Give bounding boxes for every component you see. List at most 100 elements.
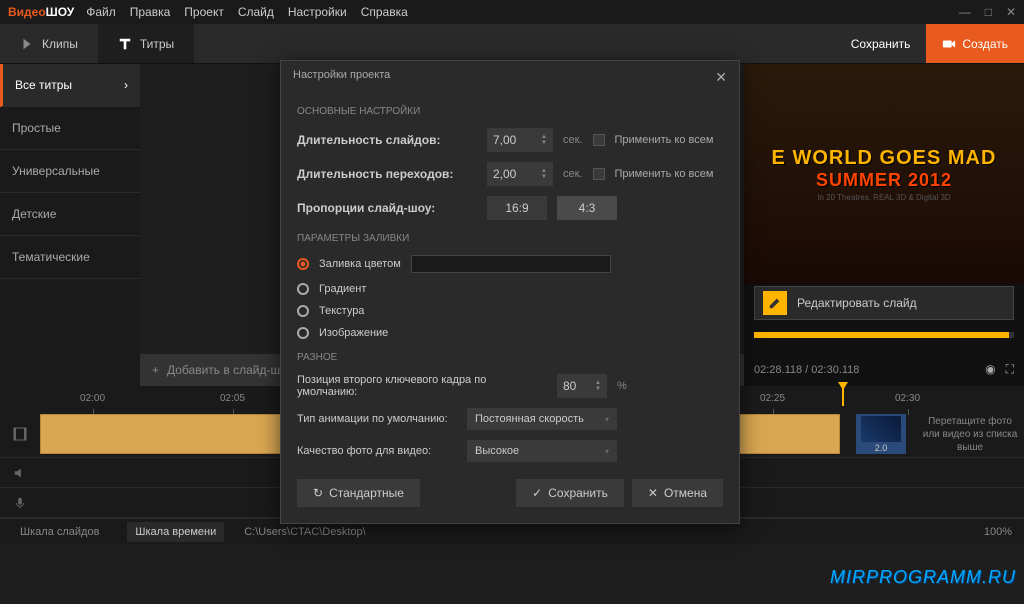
- unit-sec: сек.: [563, 168, 583, 180]
- menu-slide[interactable]: Слайд: [238, 5, 274, 19]
- camera-icon: [942, 37, 956, 51]
- keyframe-label: Позиция второго ключевого кадра по умолч…: [297, 374, 547, 398]
- maximize-icon[interactable]: □: [985, 5, 992, 19]
- image-label: Изображение: [319, 327, 388, 339]
- create-button[interactable]: Создать: [926, 24, 1024, 63]
- apply-all-label: Применить ко всем: [615, 134, 714, 146]
- dialog-titlebar[interactable]: Настройки проекта ✕: [281, 61, 739, 94]
- gradient-label: Градиент: [319, 283, 366, 295]
- mic-icon: [0, 496, 40, 510]
- keyframe-input[interactable]: 80▲▼: [557, 374, 607, 398]
- create-label: Создать: [962, 37, 1008, 51]
- fill-color-radio[interactable]: [297, 258, 309, 270]
- menu-edit[interactable]: Правка: [130, 5, 171, 19]
- play-icon: [20, 37, 34, 51]
- preview-timecode: 02:28.118 / 02:30.118: [754, 364, 859, 376]
- menu-settings[interactable]: Настройки: [288, 5, 347, 19]
- texture-radio[interactable]: [297, 305, 309, 317]
- titlebar: ВидеоШОУ Файл Правка Проект Слайд Настро…: [0, 0, 1024, 24]
- unit-percent: %: [617, 380, 627, 392]
- window-controls: — □ ✕: [959, 5, 1016, 19]
- apply-all-label: Применить ко всем: [615, 168, 714, 180]
- video-track-icon: [0, 426, 40, 442]
- status-tab-slides[interactable]: Шкала слайдов: [12, 522, 107, 542]
- app-logo: ВидеоШОУ: [8, 5, 74, 19]
- edit-slide-button[interactable]: Редактировать слайд: [754, 286, 1014, 320]
- fill-color-label: Заливка цветом: [319, 258, 401, 270]
- edit-slide-label: Редактировать слайд: [797, 296, 917, 310]
- toolbar: Клипы Титры Сохранить Создать: [0, 24, 1024, 64]
- sidebar-item-simple[interactable]: Простые: [0, 107, 140, 150]
- tab-clips-label: Клипы: [42, 37, 78, 51]
- ruler-mark: 02:30: [895, 393, 920, 404]
- pencil-icon: [763, 291, 787, 315]
- tab-clips[interactable]: Клипы: [0, 24, 98, 63]
- preview-title-1: E WORLD GOES MAD: [772, 147, 997, 170]
- sidebar: Все титры › Простые Универсальные Детские…: [0, 64, 140, 386]
- section-misc: РАЗНОЕ: [297, 344, 723, 369]
- sidebar-item-kids[interactable]: Детские: [0, 193, 140, 236]
- tab-titles-label: Титры: [140, 37, 174, 51]
- menu-project[interactable]: Проект: [184, 5, 224, 19]
- add-label: Добавить в слайд-ш: [167, 363, 280, 377]
- photo-quality-label: Качество фото для видео:: [297, 445, 457, 457]
- menu-file[interactable]: Файл: [86, 5, 116, 19]
- image-radio[interactable]: [297, 327, 309, 339]
- dialog-close-button[interactable]: ✕: [715, 69, 727, 86]
- minimize-icon[interactable]: —: [959, 5, 971, 19]
- section-basic: ОСНОВНЫЕ НАСТРОЙКИ: [297, 98, 723, 123]
- status-tab-time[interactable]: Шкала времени: [127, 522, 224, 542]
- clip-duration-label: 2.0: [875, 443, 888, 453]
- close-icon[interactable]: ✕: [1006, 5, 1016, 19]
- snapshot-icon[interactable]: ◉: [985, 362, 995, 377]
- transition-duration-label: Длительность переходов:: [297, 167, 477, 181]
- timeline-clip-thumb[interactable]: 2.0: [856, 414, 906, 454]
- unit-sec: сек.: [563, 134, 583, 146]
- refresh-icon: ↻: [313, 486, 323, 500]
- fill-color-swatch[interactable]: [411, 255, 611, 273]
- plus-icon: +: [152, 363, 159, 377]
- sidebar-item-label: Все титры: [15, 78, 72, 92]
- menubar: Файл Правка Проект Слайд Настройки Справ…: [86, 5, 958, 19]
- watermark: MIRPROGRAMM.RU: [830, 567, 1016, 588]
- preview-scrubber[interactable]: [754, 332, 1014, 338]
- gradient-radio[interactable]: [297, 283, 309, 295]
- ruler-mark: 02:00: [80, 393, 105, 404]
- save-button[interactable]: Сохранить: [835, 24, 927, 63]
- apply-all-transitions-checkbox[interactable]: [593, 168, 605, 180]
- check-icon: ✓: [532, 486, 542, 500]
- anim-type-label: Тип анимации по умолчанию:: [297, 413, 457, 425]
- fullscreen-icon[interactable]: ⛶: [1006, 362, 1014, 377]
- drop-hint: Перетащите фото или видео из списка выше: [920, 414, 1020, 454]
- x-icon: ✕: [648, 486, 658, 500]
- texture-label: Текстура: [319, 305, 364, 317]
- ruler-mark: 02:05: [220, 393, 245, 404]
- menu-help[interactable]: Справка: [361, 5, 408, 19]
- text-icon: [118, 37, 132, 51]
- sidebar-item-all[interactable]: Все титры ›: [0, 64, 140, 107]
- dialog-save-button[interactable]: ✓ Сохранить: [516, 479, 624, 507]
- tab-titles[interactable]: Титры: [98, 24, 194, 63]
- dialog-title-label: Настройки проекта: [293, 69, 390, 86]
- apply-all-slides-checkbox[interactable]: [593, 134, 605, 146]
- status-path: C:\Users\CTAC\Desktop\: [244, 526, 365, 538]
- transition-duration-input[interactable]: 2,00▲▼: [487, 162, 553, 186]
- sidebar-item-thematic[interactable]: Тематические: [0, 236, 140, 279]
- playhead[interactable]: [842, 386, 844, 406]
- slide-duration-input[interactable]: 7,00▲▼: [487, 128, 553, 152]
- anim-type-dropdown[interactable]: Постоянная скорость: [467, 408, 617, 430]
- zoom-level[interactable]: 100%: [984, 526, 1012, 538]
- sidebar-item-universal[interactable]: Универсальные: [0, 150, 140, 193]
- section-fill: ПАРАМЕТРЫ ЗАЛИВКИ: [297, 225, 723, 250]
- preview-title-2: SUMMER 2012: [816, 170, 952, 191]
- ruler-mark: 02:25: [760, 393, 785, 404]
- ratio-16-9-button[interactable]: 16:9: [487, 196, 547, 220]
- aspect-label: Пропорции слайд-шоу:: [297, 201, 477, 215]
- ratio-4-3-button[interactable]: 4:3: [557, 196, 617, 220]
- chevron-right-icon: ›: [124, 78, 128, 92]
- preview-viewport: E WORLD GOES MAD SUMMER 2012 In 20 Theat…: [744, 64, 1024, 284]
- photo-quality-dropdown[interactable]: Высокое: [467, 440, 617, 462]
- defaults-button[interactable]: ↻ Стандартные: [297, 479, 420, 507]
- preview-subtitle: In 20 Theatres, REAL 3D & Digital 3D: [817, 193, 950, 202]
- dialog-cancel-button[interactable]: ✕ Отмена: [632, 479, 723, 507]
